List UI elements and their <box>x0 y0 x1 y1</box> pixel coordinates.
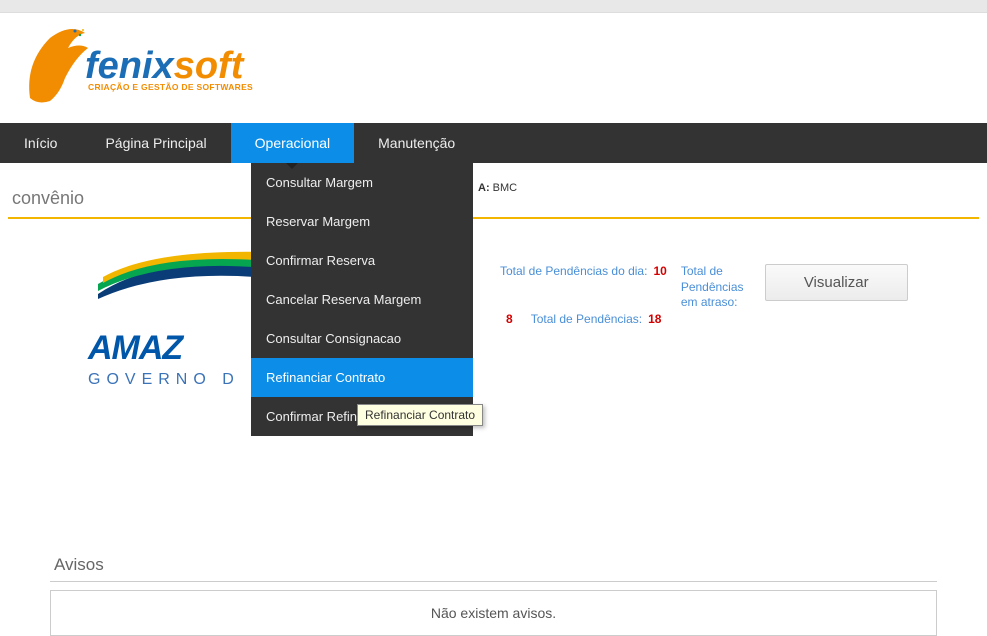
nav-manutencao[interactable]: Manutenção <box>354 123 479 163</box>
total-pendencias-value: 18 <box>648 312 661 326</box>
avisos-title: Avisos <box>50 549 937 582</box>
avisos-section: Avisos Não existem avisos. <box>0 549 987 636</box>
convenio-logo-main: AMAZ <box>88 329 182 368</box>
brand-logo: fenixsoft CRIAÇÃO E GESTÃO DE SOFTWARES <box>20 23 253 113</box>
nav-operacional[interactable]: Operacional <box>231 123 355 163</box>
menu-reservar-margem[interactable]: Reservar Margem <box>251 202 473 241</box>
menu-cancelar-reserva[interactable]: Cancelar Reserva Margem <box>251 280 473 319</box>
menu-consultar-margem[interactable]: Consultar Margem <box>251 163 473 202</box>
content-area: convênio AMAZ GOVERNO D Total de Pendênc… <box>0 163 987 636</box>
main-row: AMAZ GOVERNO D Total de Pendências do di… <box>0 219 987 389</box>
menu-refinanciar-contrato[interactable]: Refinanciar Contrato <box>251 358 473 397</box>
nav-inicio[interactable]: Início <box>0 123 81 163</box>
tooltip: Refinanciar Contrato <box>357 404 483 426</box>
avisos-empty-message: Não existem avisos. <box>50 590 937 636</box>
menu-consultar-consignacao[interactable]: Consultar Consignacao <box>251 319 473 358</box>
pendencias-dia-value: 10 <box>653 264 666 278</box>
stat-extra-value: 8 <box>506 312 513 326</box>
convenio-logo-sub: GOVERNO D <box>88 371 240 389</box>
total-pendencias-label: Total de Pendências: <box>531 312 642 326</box>
nav-pagina-principal[interactable]: Página Principal <box>81 123 230 163</box>
section-title: convênio <box>0 163 987 217</box>
main-nav: Início Página Principal Operacional Manu… <box>0 123 987 163</box>
operacional-dropdown: Consultar Margem Reservar Margem Confirm… <box>251 163 473 436</box>
pendencias-dia-label: Total de Pendências do dia: <box>500 264 647 278</box>
pendencias-atraso-label: Total de Pendências em atraso: <box>681 264 751 311</box>
visualizar-button[interactable]: Visualizar <box>765 264 908 301</box>
window-chrome-bar <box>0 0 987 13</box>
menu-confirmar-reserva[interactable]: Confirmar Reserva <box>251 241 473 280</box>
brand-mark-icon <box>20 23 90 113</box>
stats-row-1: Total de Pendências do dia: 10 Total de … <box>500 264 908 311</box>
brand-tagline: CRIAÇÃO E GESTÃO DE SOFTWARES <box>88 82 253 92</box>
header: fenixsoft CRIAÇÃO E GESTÃO DE SOFTWARES <box>0 13 987 123</box>
stats-row-2: 8 Total de Pendências: 18 <box>506 312 661 326</box>
